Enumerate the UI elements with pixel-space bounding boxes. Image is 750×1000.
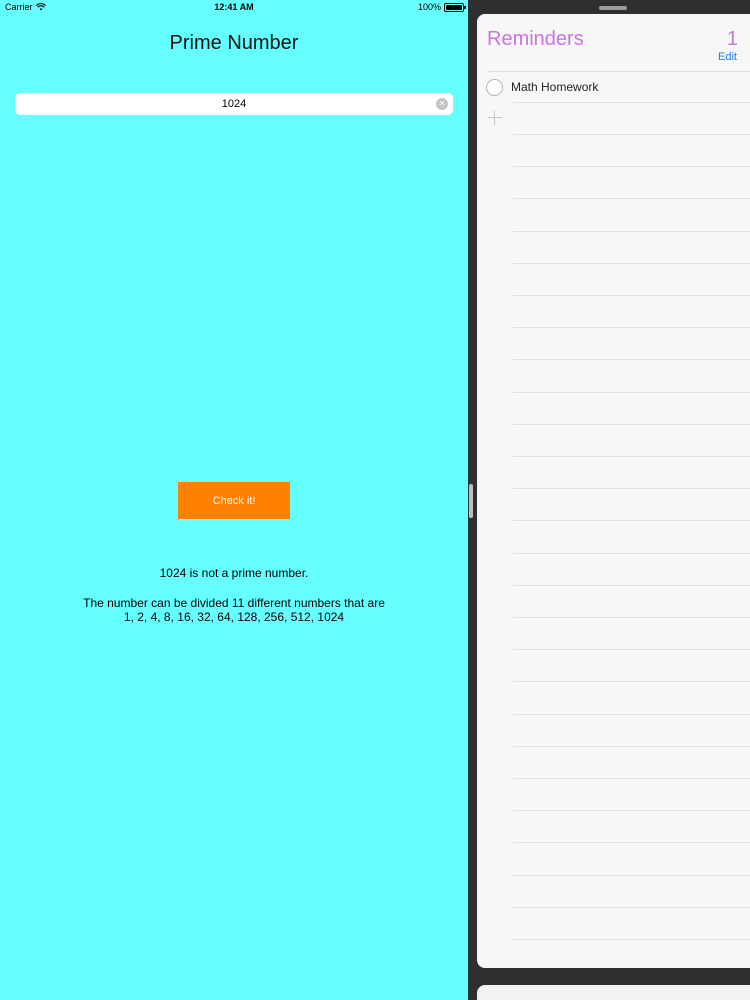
result-text: 1024 is not a prime number. <box>159 566 309 580</box>
edit-button[interactable]: Edit <box>718 51 737 63</box>
status-bar: Carrier 12:41 AM 100% <box>0 0 468 16</box>
page-title: Prime Number <box>169 32 299 54</box>
reminder-text[interactable]: Math Homework <box>511 80 598 94</box>
battery-icon <box>444 2 466 12</box>
list-divider <box>513 681 750 682</box>
list-divider <box>513 746 750 747</box>
list-divider <box>513 263 750 264</box>
list-divider <box>513 198 750 199</box>
completion-circle-icon[interactable] <box>486 79 503 96</box>
divisors-description: The number can be divided 11 different n… <box>83 596 385 610</box>
battery-percent: 100% <box>417 2 441 12</box>
next-list-card[interactable] <box>477 985 750 1000</box>
list-divider <box>513 649 750 650</box>
reminders-app: Reminders 1 Edit Math Homework <box>477 14 750 968</box>
split-view-handle[interactable] <box>469 484 473 518</box>
list-divider <box>513 231 750 232</box>
reminders-count: 1 <box>726 28 738 50</box>
list-divider <box>513 939 750 940</box>
divisors-list: 1, 2, 4, 8, 16, 32, 64, 128, 256, 512, 1… <box>123 610 345 624</box>
list-divider <box>513 810 750 811</box>
list-divider <box>513 520 750 521</box>
list-divider <box>513 585 750 586</box>
list-divider <box>513 359 750 360</box>
reminders-title: Reminders <box>487 28 584 50</box>
list-divider <box>513 714 750 715</box>
check-it-button[interactable]: Check it! <box>178 482 290 519</box>
list-divider <box>513 392 750 393</box>
list-divider <box>513 327 750 328</box>
list-divider <box>513 907 750 908</box>
clock: 12:41 AM <box>214 2 254 12</box>
list-divider <box>513 553 750 554</box>
list-divider <box>513 134 750 135</box>
battery-status: 100% <box>417 2 466 12</box>
list-divider <box>513 488 750 489</box>
list-divider <box>513 295 750 296</box>
list-divider <box>513 166 750 167</box>
clear-icon[interactable]: ✕ <box>436 98 448 110</box>
slide-over-grabber[interactable] <box>599 6 627 10</box>
battery-fill <box>446 4 462 10</box>
list-divider <box>513 424 750 425</box>
list-divider <box>513 875 750 876</box>
list-item[interactable]: Math Homework <box>477 72 750 102</box>
list-divider <box>513 102 750 103</box>
number-input[interactable] <box>15 93 453 115</box>
add-icon[interactable] <box>488 111 502 125</box>
prime-number-app: Prime Number ✕ Check it! 1024 is not a p… <box>0 0 468 1000</box>
list-divider <box>513 617 750 618</box>
list-divider <box>513 456 750 457</box>
list-divider <box>513 842 750 843</box>
list-divider <box>513 778 750 779</box>
number-field[interactable]: ✕ <box>15 93 453 115</box>
